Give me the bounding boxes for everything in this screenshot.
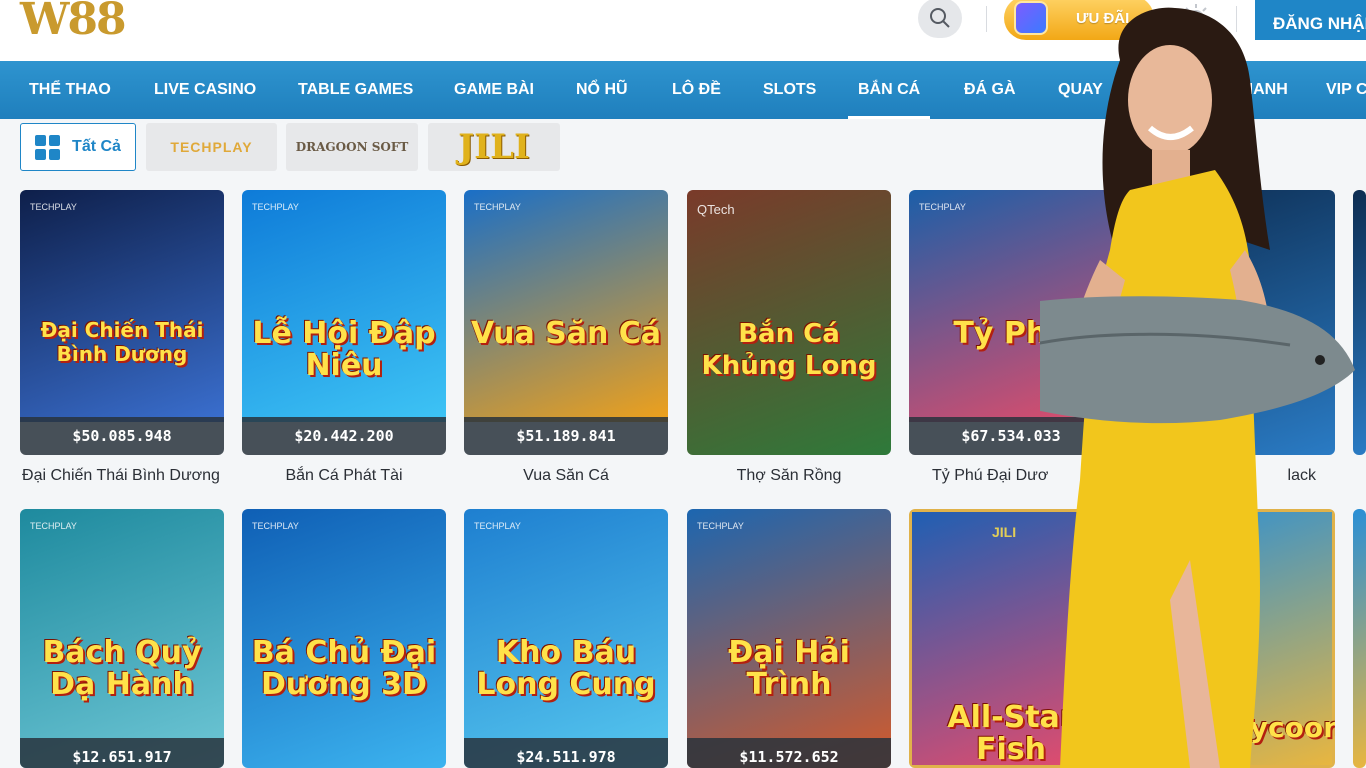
game-thumbnail: TECHPLAY Lễ Hội Đập Niêu — [242, 190, 446, 422]
filter-dragoon-soft[interactable]: DRAGOON SOFT — [286, 123, 418, 171]
nav-item-da-ga[interactable]: ĐÁ GÀ — [964, 61, 1016, 119]
game-name[interactable]: Vua Săn Cá — [451, 467, 681, 485]
nav-item-lo-de[interactable]: LÔ ĐỀ — [672, 61, 721, 119]
game-card[interactable]: TECHPLAY Bách Quỷ Dạ Hành $12.651.917 — [20, 509, 224, 768]
dragoon-soft-logo: DRAGOON SOFT — [295, 139, 409, 154]
game-name[interactable]: Bắn Cá Phát Tài — [229, 467, 459, 485]
game-card[interactable]: TECHPLAY Tỷ Phú $67.534.033 — [909, 190, 1113, 455]
nav-item-ban-ca[interactable]: BẮN CÁ — [847, 61, 931, 119]
jili-logo: JILI — [458, 127, 530, 167]
search-icon — [930, 8, 950, 28]
filter-jili[interactable]: JILI — [428, 123, 560, 171]
sun-icon — [1182, 4, 1210, 32]
nav-item-quay[interactable]: QUAY — [1058, 61, 1103, 119]
game-card[interactable]: TECHPLAY Đại Hải Trình $11.572.652 — [687, 509, 891, 768]
game-thumbnail: TECHPLAY Bá Chủ Đại Dương 3D — [242, 509, 446, 768]
game-card[interactable]: JILI All-Star Fish — [909, 509, 1113, 768]
game-art-title: Bắn Cá Khủng Long — [701, 319, 877, 381]
nav-item-game-bai[interactable]: GAME BÀI — [454, 61, 534, 119]
nav-item-no-hu[interactable]: NỔ HŨ — [576, 61, 628, 119]
nav-item-vip[interactable]: VIP C — [1326, 61, 1366, 119]
jackpot-amount: $12.651.917 — [20, 738, 224, 768]
provider-tag: TECHPLAY — [919, 202, 966, 212]
game-card-partial[interactable] — [1353, 190, 1366, 455]
game-thumbnail: TECHPLAY Đại Chiến Thái Bình Dương — [20, 190, 224, 422]
game-thumbnail — [1131, 190, 1335, 455]
game-thumbnail: JILI All-Star Fish — [909, 509, 1113, 768]
game-thumbnail — [1353, 190, 1366, 455]
provider-tag: QTech — [697, 202, 735, 217]
game-thumbnail: TECHPLAY Kho Báu Long Cung — [464, 509, 668, 768]
provider-tag: TECHPLAY — [30, 202, 77, 212]
game-card-partial[interactable] — [1353, 509, 1366, 768]
game-card[interactable]: JILI Tycoon — [1131, 509, 1335, 768]
game-art-title: Kho Báu Long Cung — [476, 635, 656, 702]
jackpot-amount: $24.511.978 — [464, 738, 668, 768]
provider-tag: TECHPLAY — [252, 521, 299, 531]
main-nav: THỂ THAO LIVE CASINO TABLE GAMES GAME BÀ… — [0, 61, 1366, 119]
game-thumbnail: TECHPLAY Tỷ Phú — [909, 190, 1113, 422]
game-thumbnail: JILI Tycoon — [1131, 509, 1335, 768]
jackpot-amount: $20.442.200 — [242, 417, 446, 455]
header-divider — [1236, 6, 1237, 32]
game-art-title: All-Star Fish — [947, 700, 1075, 767]
game-art-title: Đại Chiến Thái Bình Dương — [40, 318, 204, 366]
filter-all-button[interactable]: Tất Cả — [20, 123, 136, 171]
game-thumbnail: QTech Bắn Cá Khủng Long — [687, 190, 891, 455]
game-thumbnail: TECHPLAY Vua Săn Cá — [464, 190, 668, 422]
jackpot-amount: $67.534.033 — [909, 417, 1113, 455]
game-name[interactable]: Tỷ Phú Đại Dươ — [896, 467, 1126, 485]
nav-item-nhanh[interactable]: NHANH — [1230, 61, 1288, 119]
game-name[interactable]: lack — [1166, 467, 1316, 485]
game-art-title: Vua Săn Cá — [470, 316, 662, 351]
promotions-label: ƯU ĐÃI — [1076, 9, 1130, 27]
page: W88 ƯU ĐÃI ĐĂNG NHẬP THỂ THAO LIVE CASIN… — [0, 0, 1366, 768]
nav-item-the-thao[interactable]: THỂ THAO — [29, 61, 111, 119]
game-card[interactable]: QTech Bắn Cá Khủng Long — [687, 190, 891, 455]
game-card[interactable]: TECHPLAY Đại Chiến Thái Bình Dương $50.0… — [20, 190, 224, 455]
provider-tag: TECHPLAY — [474, 521, 521, 531]
provider-tag: TECHPLAY — [30, 521, 77, 531]
nav-item-table-games[interactable]: TABLE GAMES — [298, 61, 413, 119]
provider-tag: TECHPLAY — [252, 202, 299, 212]
gift-icon — [1014, 1, 1048, 35]
header-divider — [986, 6, 987, 32]
provider-tag: TECHPLAY — [474, 202, 521, 212]
game-art-title: Bách Quỷ Dạ Hành — [42, 635, 202, 702]
game-card[interactable]: TECHPLAY Vua Săn Cá $51.189.841 — [464, 190, 668, 455]
provider-tag: TECHPLAY — [697, 521, 744, 531]
game-art-title: Bá Chủ Đại Dương 3D — [251, 635, 437, 702]
game-card[interactable]: TECHPLAY Kho Báu Long Cung $24.511.978 — [464, 509, 668, 768]
jackpot-amount: $50.085.948 — [20, 417, 224, 455]
game-thumbnail — [1353, 509, 1366, 768]
jackpot-amount: $11.572.652 — [687, 738, 891, 768]
filter-techplay[interactable]: TECHPLAY — [146, 123, 277, 171]
provider-tag: JILI — [1144, 524, 1169, 540]
game-card[interactable]: TECHPLAY Bá Chủ Đại Dương 3D — [242, 509, 446, 768]
header: W88 ƯU ĐÃI ĐĂNG NHẬP — [0, 0, 1366, 61]
login-button[interactable]: ĐĂNG NHẬP — [1255, 0, 1366, 40]
game-thumbnail: TECHPLAY Đại Hải Trình — [687, 509, 891, 768]
jackpot-amount: $51.189.841 — [464, 417, 668, 455]
game-thumbnail: TECHPLAY Bách Quỷ Dạ Hành — [20, 509, 224, 768]
game-name[interactable]: Thợ Săn Rồng — [674, 467, 904, 485]
game-art-title: Tycoon — [1234, 711, 1335, 744]
nav-item-live-casino[interactable]: LIVE CASINO — [154, 61, 256, 119]
game-card[interactable] — [1131, 190, 1335, 455]
game-art-title: Tỷ Phú — [953, 316, 1069, 351]
game-art-title: Đại Hải Trình — [728, 635, 850, 702]
game-art-title: Lễ Hội Đập Niêu — [252, 316, 436, 383]
promotions-button[interactable]: ƯU ĐÃI — [1004, 0, 1154, 40]
game-card[interactable]: TECHPLAY Lễ Hội Đập Niêu $20.442.200 — [242, 190, 446, 455]
provider-tag: JILI — [992, 524, 1017, 540]
game-name[interactable]: Đại Chiến Thái Bình Dương — [6, 467, 236, 485]
nav-item-slots[interactable]: SLOTS — [763, 61, 816, 119]
site-logo[interactable]: W88 — [20, 0, 127, 45]
theme-toggle-button[interactable] — [1176, 0, 1216, 38]
techplay-logo: TECHPLAY — [170, 139, 253, 155]
filter-all-label: Tất Cả — [72, 138, 121, 155]
search-button[interactable] — [918, 0, 962, 38]
grid-icon — [35, 134, 61, 160]
